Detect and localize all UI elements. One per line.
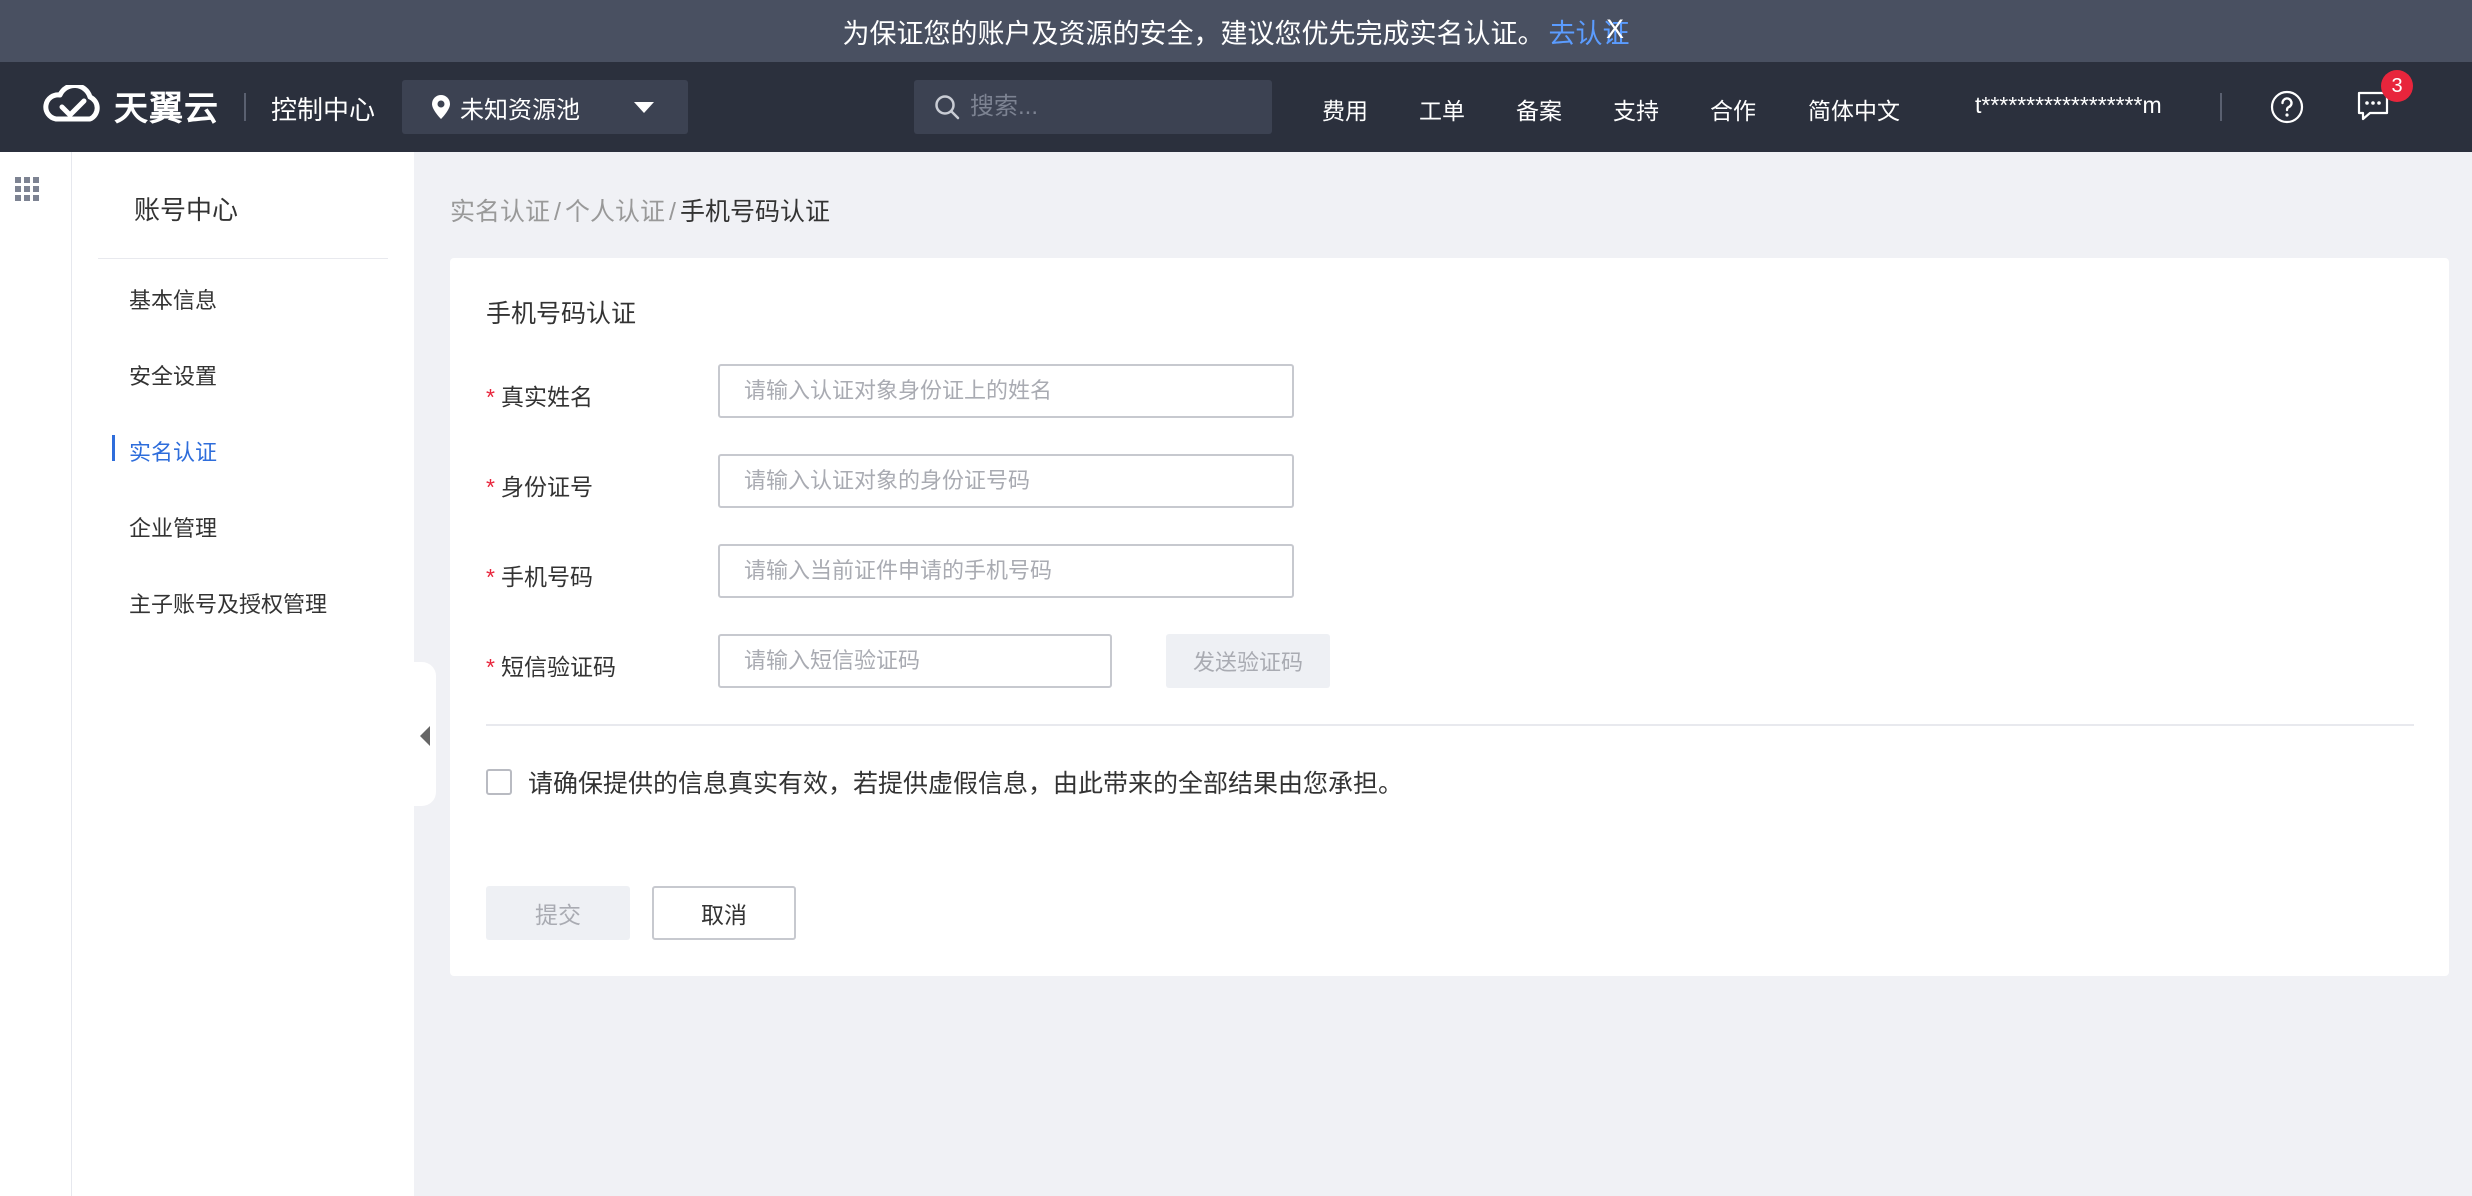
resource-pool-value: 未知资源池 <box>460 96 580 124</box>
search-box[interactable] <box>914 80 1272 134</box>
console-title[interactable]: 控制中心 <box>271 90 375 127</box>
account-name[interactable]: t******************m <box>1975 92 2162 119</box>
breadcrumb-separator: / <box>668 198 676 226</box>
agreement-row: 请确保提供的信息真实有效，若提供虚假信息，由此带来的全部结果由您承担。 <box>486 764 1403 800</box>
close-notice-button[interactable]: X <box>1606 14 1624 45</box>
language-switcher[interactable]: 简体中文 <box>1808 92 1900 126</box>
brand-logo[interactable]: 天翼云 <box>40 80 219 130</box>
sidebar-title: 账号中心 <box>134 195 239 225</box>
field-label: * 身份证号 <box>486 474 593 500</box>
required-mark: * <box>486 474 495 500</box>
cloud-logo-icon <box>43 85 100 122</box>
left-rail <box>0 152 72 1196</box>
submit-button[interactable]: 提交 <box>486 886 630 940</box>
top-navbar: 天翼云 控制中心 未知资源池 费用 工单 备案 支持 合作 简体中文 t****… <box>0 62 2472 152</box>
nav-partners[interactable]: 合作 <box>1710 92 1756 126</box>
agreement-checkbox[interactable] <box>486 769 512 795</box>
sidebar-item-sub-accounts[interactable]: 主子账号及授权管理 <box>129 587 327 619</box>
account-sidebar: 账号中心 基本信息 安全设置 实名认证 企业管理 主子账号及授权管理 <box>72 152 414 1196</box>
message-count-badge: 3 <box>2381 70 2413 102</box>
form-title: 手机号码认证 <box>486 300 637 328</box>
nav-billing[interactable]: 费用 <box>1322 92 1368 126</box>
nav-tickets[interactable]: 工单 <box>1419 92 1465 126</box>
sidebar-item-security[interactable]: 安全设置 <box>129 359 217 391</box>
chevron-left-icon <box>420 726 430 746</box>
sidebar-item-basic-info[interactable]: 基本信息 <box>129 283 217 315</box>
required-mark: * <box>486 384 495 410</box>
help-icon[interactable] <box>2270 90 2304 124</box>
brand-name: 天翼云 <box>114 89 219 128</box>
nav-support[interactable]: 支持 <box>1613 92 1659 126</box>
breadcrumb-current: 手机号码认证 <box>679 198 830 226</box>
notice-banner: 为保证您的账户及资源的安全，建议您优先完成实名认证。 去认证 X <box>0 0 2472 62</box>
sidebar-item-enterprise[interactable]: 企业管理 <box>129 511 217 543</box>
field-label: * 真实姓名 <box>486 384 593 410</box>
phone-number-input[interactable] <box>718 544 1294 598</box>
breadcrumb-real-name[interactable]: 实名认证 <box>450 198 550 226</box>
form-divider <box>486 724 2414 726</box>
cancel-button[interactable]: 取消 <box>652 886 796 940</box>
form-row-id: * 身份证号 <box>486 454 1486 508</box>
real-name-input[interactable] <box>718 364 1294 418</box>
resource-pool-select[interactable]: 未知资源池 <box>402 80 688 134</box>
send-code-button[interactable]: 发送验证码 <box>1166 634 1330 688</box>
location-pin-icon <box>432 95 450 119</box>
nav-filing[interactable]: 备案 <box>1516 92 1562 126</box>
active-indicator <box>112 435 115 461</box>
breadcrumb: 实名认证 / 个人认证 / 手机号码认证 <box>450 192 830 228</box>
field-label: * 短信验证码 <box>486 654 616 680</box>
search-input[interactable] <box>970 93 1250 121</box>
sidebar-item-real-name[interactable]: 实名认证 <box>129 435 217 467</box>
sidebar-divider <box>98 258 388 259</box>
field-label: * 手机号码 <box>486 564 593 590</box>
apps-grid-icon[interactable] <box>14 176 40 202</box>
verification-card: 手机号码认证 *真实姓名 *身份证号 *手机号码 *短信验证码 发送验证码 请确… <box>450 258 2449 976</box>
required-mark: * <box>486 654 495 680</box>
search-icon <box>935 95 960 120</box>
chevron-down-icon <box>634 102 654 113</box>
form-row-sms: *短信验证码 发送验证码 <box>486 634 1486 688</box>
breadcrumb-personal[interactable]: 个人认证 <box>565 198 665 226</box>
breadcrumb-separator: / <box>554 198 561 226</box>
notice-text: 为保证您的账户及资源的安全，建议您优先完成实名认证。 <box>842 18 1545 49</box>
agreement-text: 请确保提供的信息真实有效，若提供虚假信息，由此带来的全部结果由您承担。 <box>528 770 1404 798</box>
sms-code-input[interactable] <box>718 634 1112 688</box>
form-row-name: * 真实姓名 <box>486 364 1486 418</box>
navbar-divider <box>244 93 246 121</box>
form-row-phone: * 手机号码 <box>486 544 1486 598</box>
id-number-input[interactable] <box>718 454 1294 508</box>
collapse-sidebar-button[interactable] <box>412 662 436 806</box>
required-mark: * <box>486 564 495 590</box>
navbar-divider <box>2220 93 2222 121</box>
